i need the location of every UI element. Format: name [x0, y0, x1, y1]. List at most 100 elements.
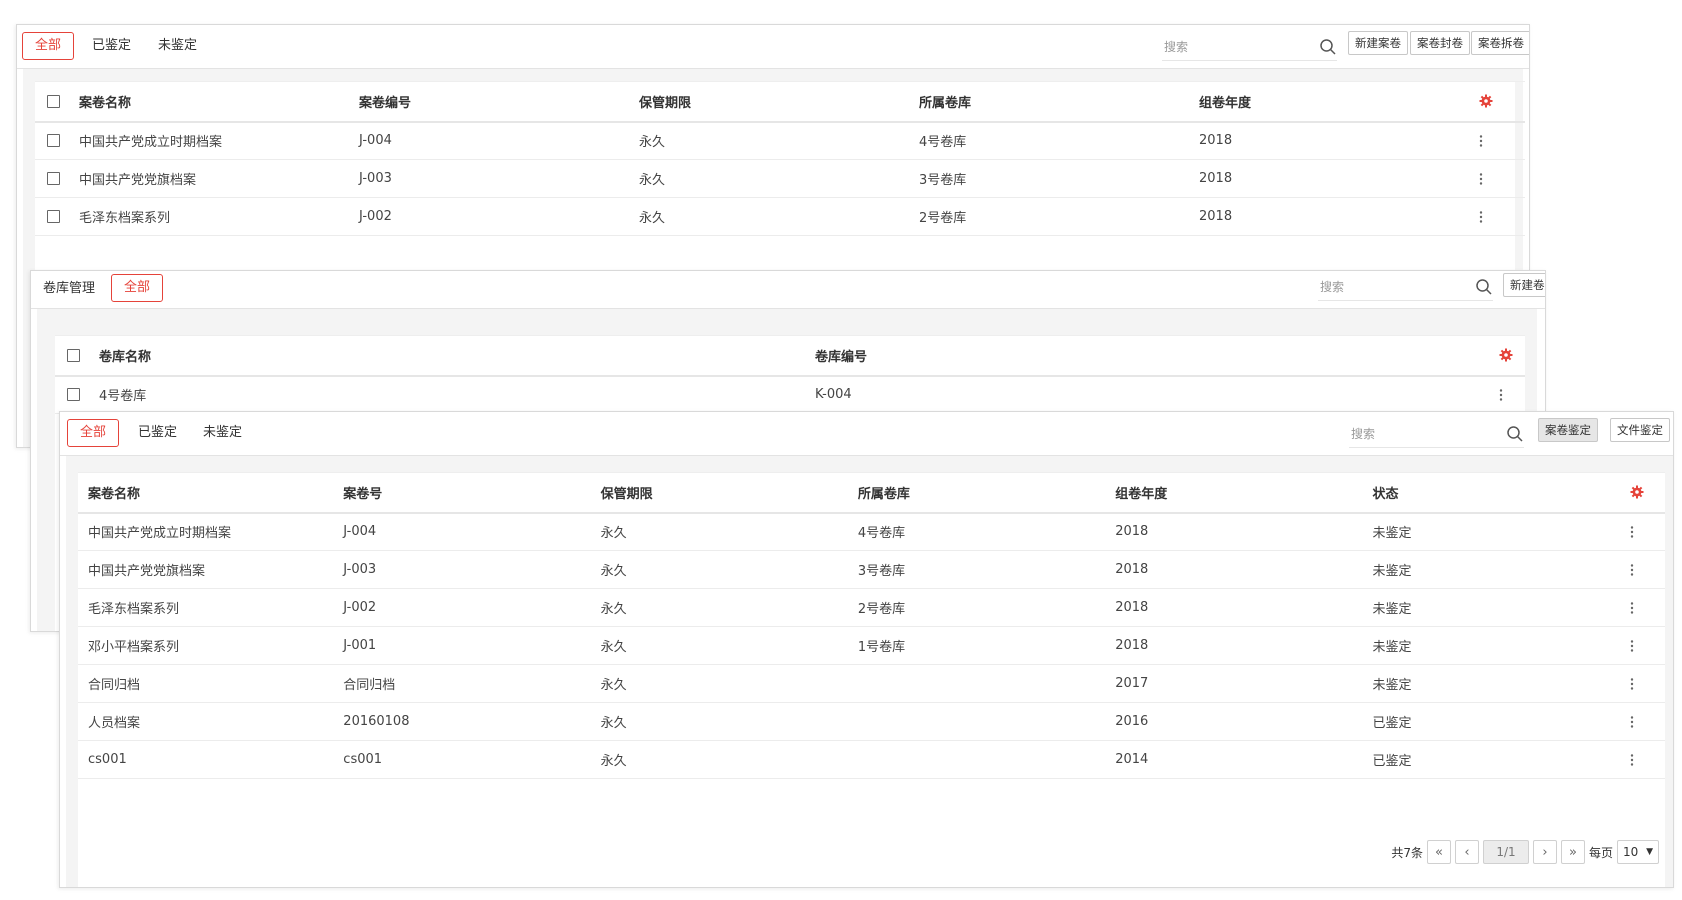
table-cell: 中国共产党成立时期档案 [78, 512, 336, 551]
more-vertical-icon[interactable] [1630, 563, 1634, 576]
search-icon[interactable] [1506, 425, 1524, 443]
table-row[interactable]: 毛泽东档案系列 J-002 永久 2号卷库 2018 未鉴定 [78, 588, 1665, 627]
select-all-checkbox[interactable] [67, 348, 80, 362]
more-vertical-icon[interactable] [1479, 210, 1483, 223]
table-cell: 毛泽东档案系列 [71, 197, 351, 236]
row-checkbox[interactable] [47, 210, 60, 223]
tab-appraised[interactable]: 已鉴定 [79, 32, 144, 60]
table-cell: 永久 [592, 664, 850, 703]
appraisal-table-body: 中国共产党成立时期档案 J-004 永久 4号卷库 2018 未鉴定 中国共产党党旗档案 J-… [78, 512, 1665, 779]
column-header: 组卷年度 [1107, 472, 1365, 514]
table-cell: 邓小平档案系列 [78, 626, 336, 665]
more-vertical-icon[interactable] [1499, 389, 1503, 401]
table-row[interactable]: 中国共产党成立时期档案 J-004 永久 4号卷库 2018 [35, 121, 1525, 160]
column-header: 所属卷库 [849, 472, 1108, 514]
more-vertical-icon[interactable] [1630, 601, 1634, 614]
table-cell: 毛泽东档案系列 [78, 588, 336, 627]
more-vertical-icon[interactable] [1630, 526, 1634, 538]
more-vertical-icon[interactable] [1630, 753, 1634, 766]
page-input[interactable]: 1/1 [1482, 840, 1529, 864]
gear-icon[interactable] [1630, 485, 1644, 499]
table-cell: K-004 [807, 375, 1491, 414]
split-volume-button[interactable]: 案卷拆卷 [1471, 31, 1529, 55]
table-row[interactable]: 合同归档 合同归档 永久 2017 未鉴定 [78, 664, 1665, 703]
table-cell: 2018 [1107, 588, 1365, 627]
search-icon[interactable] [1319, 38, 1337, 56]
table-cell: J-002 [335, 588, 593, 627]
table-cell: 合同归档 [335, 664, 593, 703]
column-header: 卷库名称 [91, 335, 807, 377]
table-row[interactable]: 人员档案 20160108 永久 2016 已鉴定 [78, 702, 1665, 741]
seal-volume-button[interactable]: 案卷封卷 [1410, 31, 1470, 55]
volume-appraisal-button[interactable]: 案卷鉴定 [1538, 418, 1598, 442]
table-cell: 已鉴定 [1364, 740, 1622, 779]
table-cell: 永久 [592, 512, 850, 551]
table-row[interactable]: 中国共产党成立时期档案 J-004 永久 4号卷库 2018 未鉴定 [78, 512, 1665, 551]
search-input[interactable] [1162, 35, 1337, 59]
table-cell [849, 740, 1108, 779]
table-cell: 永久 [631, 197, 911, 236]
prev-page-button[interactable]: ‹ [1454, 840, 1479, 864]
table-cell: 2017 [1107, 664, 1365, 703]
gear-icon[interactable] [1499, 348, 1513, 362]
tab-unappraised[interactable]: 未鉴定 [190, 419, 255, 447]
table-cell: 4号卷库 [911, 121, 1191, 160]
row-checkbox[interactable] [67, 388, 80, 402]
gear-icon[interactable] [1479, 94, 1493, 108]
appraisal-table: 案卷名称 案卷号 保管期限 所属卷库 组卷年度 状态 中国共产党成立时期档案 J-… [78, 472, 1665, 779]
table-cell: 3号卷库 [849, 550, 1108, 589]
search-input[interactable] [1318, 275, 1493, 299]
table-cell: 合同归档 [78, 664, 336, 703]
tab-all[interactable]: 全部 [111, 274, 164, 302]
new-volume-button[interactable]: 新建案卷 [1348, 31, 1408, 55]
column-header: 保管期限 [592, 472, 850, 514]
table-cell: 2016 [1107, 702, 1365, 741]
select-all-checkbox[interactable] [47, 94, 60, 108]
table-cell: 未鉴定 [1364, 588, 1622, 627]
table-cell: 2018 [1107, 550, 1365, 589]
table-cell: 1号卷库 [849, 626, 1108, 665]
more-vertical-icon[interactable] [1630, 677, 1634, 690]
column-header: 案卷号 [335, 472, 593, 514]
table-row[interactable]: 毛泽东档案系列 J-002 永久 2号卷库 2018 [35, 197, 1525, 236]
table-row[interactable]: 中国共产党党旗档案 J-003 永久 3号卷库 2018 未鉴定 [78, 550, 1665, 589]
last-page-button[interactable]: » [1560, 840, 1585, 864]
search-icon[interactable] [1475, 278, 1493, 296]
table-cell: 3号卷库 [911, 159, 1191, 198]
more-vertical-icon[interactable] [1630, 639, 1634, 652]
tab-appraised[interactable]: 已鉴定 [125, 419, 190, 447]
table-cell: 4号卷库 [849, 512, 1108, 551]
column-header: 所属卷库 [911, 81, 1191, 123]
table-cell: J-004 [335, 512, 593, 551]
table-cell: 中国共产党党旗档案 [78, 550, 336, 589]
table-row[interactable]: cs001 cs001 永久 2014 已鉴定 [78, 740, 1665, 779]
table-cell: 已鉴定 [1364, 702, 1622, 741]
page-size-select[interactable]: 10 ▼ [1617, 840, 1659, 864]
more-vertical-icon[interactable] [1479, 135, 1483, 147]
tab-unappraised[interactable]: 未鉴定 [145, 32, 210, 60]
total-count: 共7条 [1391, 845, 1423, 860]
more-vertical-icon[interactable] [1630, 715, 1634, 728]
volume-toolbar: 全部 已鉴定 未鉴定 新建案卷 案卷封卷 案卷拆卷 [17, 25, 1529, 69]
row-checkbox[interactable] [47, 134, 60, 148]
more-vertical-icon[interactable] [1479, 172, 1483, 185]
appraisal-toolbar: 全部 已鉴定 未鉴定 案卷鉴定 文件鉴定 [60, 412, 1673, 456]
next-page-button[interactable]: › [1532, 840, 1557, 864]
tab-all[interactable]: 全部 [67, 419, 120, 447]
table-row[interactable]: 中国共产党党旗档案 J-003 永久 3号卷库 2018 [35, 159, 1525, 198]
table-cell: 永久 [592, 550, 850, 589]
table-cell: J-003 [351, 159, 631, 198]
table-row[interactable]: 邓小平档案系列 J-001 永久 1号卷库 2018 未鉴定 [78, 626, 1665, 665]
search-input[interactable] [1349, 422, 1524, 446]
table-cell: cs001 [335, 740, 593, 779]
column-header: 状态 [1364, 472, 1622, 514]
file-appraisal-button[interactable]: 文件鉴定 [1610, 418, 1670, 442]
table-cell: 2018 [1191, 197, 1471, 236]
row-checkbox[interactable] [47, 172, 60, 185]
tab-all[interactable]: 全部 [22, 32, 75, 60]
table-cell: 2018 [1107, 512, 1365, 551]
new-warehouse-button[interactable]: 新建卷库 [1503, 273, 1545, 297]
table-row[interactable]: 4号卷库 K-004 [55, 375, 1525, 414]
first-page-button[interactable]: « [1426, 840, 1451, 864]
search-box [1318, 275, 1493, 301]
